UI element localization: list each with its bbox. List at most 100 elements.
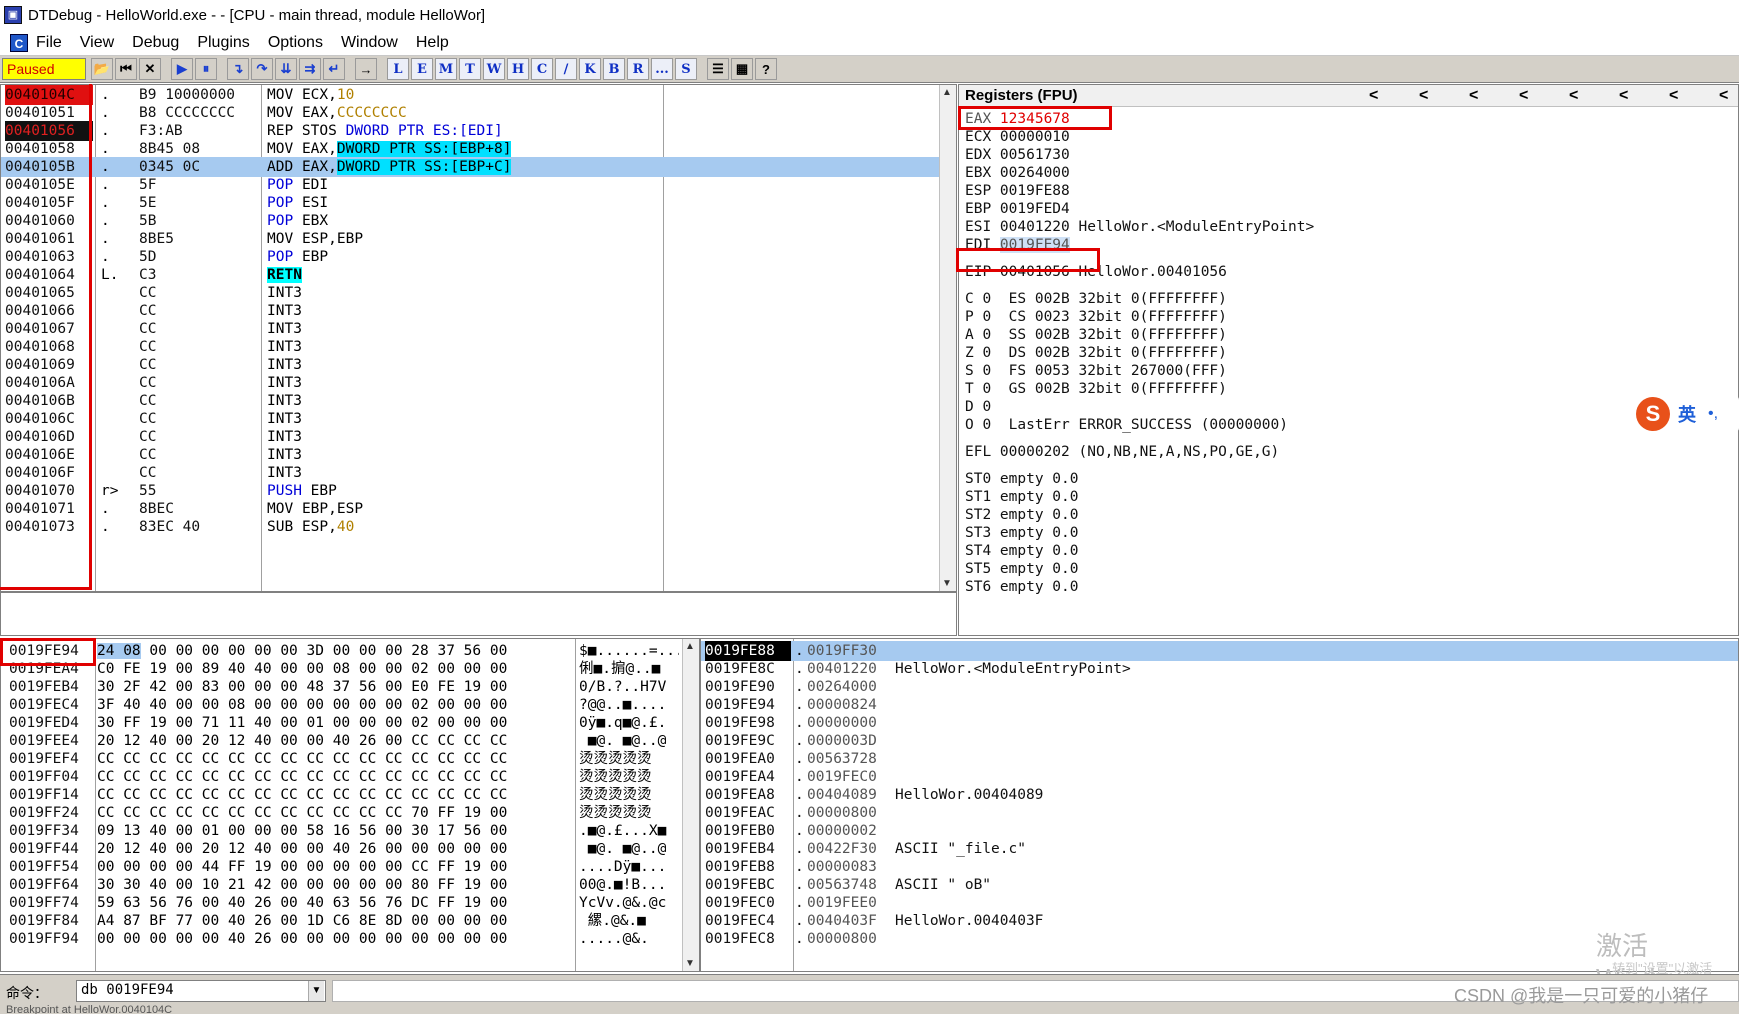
open-file-icon[interactable]: 📂	[91, 58, 113, 80]
register-row[interactable]: Z 0 DS 002B 32bit 0(FFFFFFFF)	[965, 343, 1227, 363]
menu-help[interactable]: Help	[416, 34, 449, 52]
disasm-row[interactable]: 0040106E CC INT3	[1, 445, 941, 465]
stack-address[interactable]: 0019FEB8	[705, 857, 791, 877]
stack-row[interactable]: 0019FEAC. 00000800	[701, 803, 1738, 823]
menu-plugins[interactable]: Plugins	[197, 34, 249, 52]
execute-till-return-icon[interactable]: ↵	[323, 58, 345, 80]
scroll-up-icon[interactable]: ▲	[942, 87, 952, 98]
disasm-row[interactable]: 00401063. 5D POP EBP	[1, 247, 941, 267]
dump-scrollbar[interactable]: ▲ ▼	[682, 639, 699, 971]
cpu-window-icon[interactable]: C	[10, 33, 28, 52]
stack-address[interactable]: 0019FE94	[705, 695, 791, 715]
stack-row[interactable]: 0019FE90. 00264000	[701, 677, 1738, 697]
dump-address[interactable]: 0019FEB4	[9, 677, 93, 697]
stack-address[interactable]: 0019FEB0	[705, 821, 791, 841]
dump-row[interactable]: 0019FF94 00 00 00 00 00 40 26 00 00 00 00…	[1, 929, 699, 949]
patches-window-button[interactable]: /	[555, 58, 577, 80]
register-row[interactable]: ST3 empty 0.0	[965, 523, 1079, 543]
stack-row[interactable]: 0019FE88. 0019FF30	[701, 641, 1738, 661]
stack-row[interactable]: 0019FE9C. 0000003D	[701, 731, 1738, 751]
dump-address[interactable]: 0019FF24	[9, 803, 93, 823]
dump-row[interactable]: 0019FEF4 CC CC CC CC CC CC CC CC CC CC CC…	[1, 749, 699, 769]
dump-hex[interactable]: 59 63 56 76 00 40 26 00 40 63 56 76 DC F…	[97, 893, 577, 913]
run-icon[interactable]: ▶	[171, 58, 193, 80]
collapse-left-icon[interactable]: <	[1669, 85, 1678, 107]
stack-address[interactable]: 0019FE90	[705, 677, 791, 697]
dump-address[interactable]: 0019FF54	[9, 857, 93, 877]
register-row[interactable]: EBX 00264000	[965, 163, 1070, 183]
collapse-left-icon[interactable]: <	[1519, 85, 1528, 107]
dump-row[interactable]: 0019FED4 30 FF 19 00 71 11 40 00 01 00 00…	[1, 713, 699, 733]
disasm-row[interactable]: 00401070 r> 55 PUSH EBP	[1, 481, 941, 501]
register-row[interactable]: ESI 00401220 HelloWor.<ModuleEntryPoint>	[965, 217, 1314, 237]
dump-hex[interactable]: 20 12 40 00 20 12 40 00 00 40 26 00 CC C…	[97, 731, 577, 751]
register-row[interactable]: S 0 FS 0053 32bit 267000(FFF)	[965, 361, 1227, 381]
breakpoints-button[interactable]: B	[603, 58, 625, 80]
dump-row[interactable]: 0019FF54 00 00 00 00 44 FF 19 00 00 00 00…	[1, 857, 699, 877]
memory-window-button[interactable]: M	[435, 58, 457, 80]
run-trace-button[interactable]: ...	[651, 58, 673, 80]
dump-hex[interactable]: 24 08 00 00 00 00 00 00 3D 00 00 00 28 3…	[97, 641, 577, 661]
stack-address[interactable]: 0019FE88	[705, 641, 791, 661]
help-icon[interactable]: ?	[755, 58, 777, 80]
command-input[interactable]: db 0019FE94	[76, 980, 326, 1002]
register-row[interactable]: ST0 empty 0.0	[965, 469, 1079, 489]
step-over-icon[interactable]: ↷	[251, 58, 273, 80]
disasm-row[interactable]: 0040106A CC INT3	[1, 373, 941, 393]
disasm-row[interactable]: 00401064 L. C3 RETN	[1, 265, 941, 285]
threads-window-button[interactable]: T	[459, 58, 481, 80]
dump-address[interactable]: 0019FEF4	[9, 749, 93, 769]
dump-row[interactable]: 0019FF04 CC CC CC CC CC CC CC CC CC CC CC…	[1, 767, 699, 787]
stack-address[interactable]: 0019FEA0	[705, 749, 791, 769]
register-row[interactable]: EFL 00000202 (NO,NB,NE,A,NS,PO,GE,G)	[965, 442, 1279, 462]
disasm-row[interactable]: 0040106B CC INT3	[1, 391, 941, 411]
stack-row[interactable]: 0019FE98. 00000000	[701, 713, 1738, 733]
disasm-row[interactable]: 00401068 CC INT3	[1, 337, 941, 357]
stack-row[interactable]: 0019FEA8. 00404089 HelloWor.00404089	[701, 785, 1738, 805]
register-row[interactable]: O 0 LastErr ERROR_SUCCESS (00000000)	[965, 415, 1288, 435]
dump-row[interactable]: 0019FF74 59 63 56 76 00 40 26 00 40 63 56…	[1, 893, 699, 913]
references-button[interactable]: R	[627, 58, 649, 80]
stack-row[interactable]: 0019FEB4. 00422F30 ASCII "_file.c"	[701, 839, 1738, 859]
register-row[interactable]: A 0 SS 002B 32bit 0(FFFFFFFF)	[965, 325, 1227, 345]
register-row[interactable]: P 0 CS 0023 32bit 0(FFFFFFFF)	[965, 307, 1227, 327]
scroll-down-icon[interactable]: ▼	[685, 958, 695, 969]
stack-address[interactable]: 0019FE98	[705, 713, 791, 733]
disasm-row[interactable]: 0040105E. 5F POP EDI	[1, 175, 941, 195]
register-row[interactable]: EDX 00561730	[965, 145, 1070, 165]
dump-address[interactable]: 0019FED4	[9, 713, 93, 733]
dump-row[interactable]: 0019FEC4 3F 40 40 00 00 08 00 00 00 00 00…	[1, 695, 699, 715]
stack-address[interactable]: 0019FEA4	[705, 767, 791, 787]
stack-address[interactable]: 0019FEB4	[705, 839, 791, 859]
dump-row[interactable]: 0019FF14 CC CC CC CC CC CC CC CC CC CC CC…	[1, 785, 699, 805]
stack-row[interactable]: 0019FEA4. 0019FEC0	[701, 767, 1738, 787]
register-row[interactable]: C 0 ES 002B 32bit 0(FFFFFFFF)	[965, 289, 1227, 309]
register-row[interactable]: ST1 empty 0.0	[965, 487, 1079, 507]
stack-row[interactable]: 0019FEC0. 0019FEE0	[701, 893, 1738, 913]
windows-window-button[interactable]: W	[483, 58, 505, 80]
dump-hex[interactable]: 09 13 40 00 01 00 00 00 58 16 56 00 30 1…	[97, 821, 577, 841]
cpu-window-button[interactable]: C	[531, 58, 553, 80]
collapse-left-icon[interactable]: <	[1369, 85, 1378, 107]
dump-hex[interactable]: 30 FF 19 00 71 11 40 00 01 00 00 00 02 0…	[97, 713, 577, 733]
register-row[interactable]: ST2 empty 0.0	[965, 505, 1079, 525]
dump-row[interactable]: 0019FF24 CC CC CC CC CC CC CC CC CC CC CC…	[1, 803, 699, 823]
close-icon[interactable]: ✕	[139, 58, 161, 80]
step-into-icon[interactable]: ↴	[227, 58, 249, 80]
disasm-row[interactable]: 00401066 CC INT3	[1, 301, 941, 321]
dump-hex[interactable]: 00 00 00 00 44 FF 19 00 00 00 00 00 CC F…	[97, 857, 577, 877]
disasm-row[interactable]: 00401061. 8BE5 MOV ESP,EBP	[1, 229, 941, 249]
stack-address[interactable]: 0019FEC8	[705, 929, 791, 949]
dump-hex[interactable]: CC CC CC CC CC CC CC CC CC CC CC CC CC C…	[97, 767, 577, 787]
dump-row[interactable]: 0019FF64 30 30 40 00 10 21 42 00 00 00 00…	[1, 875, 699, 895]
disasm-row[interactable]: 0040106C CC INT3	[1, 409, 941, 429]
register-row[interactable]: ST6 empty 0.0	[965, 577, 1079, 597]
register-row[interactable]: ST4 empty 0.0	[965, 541, 1079, 561]
disasm-row[interactable]: 00401051. B8 CCCCCCCC MOV EAX,CCCCCCCC	[1, 103, 941, 123]
menu-file[interactable]: File	[36, 34, 62, 52]
stack-address[interactable]: 0019FEBC	[705, 875, 791, 895]
dump-hex[interactable]: 20 12 40 00 20 12 40 00 00 40 26 00 00 0…	[97, 839, 577, 859]
dump-row[interactable]: 0019FF34 09 13 40 00 01 00 00 00 58 16 56…	[1, 821, 699, 841]
list-icon[interactable]: ☰	[707, 58, 729, 80]
scroll-up-icon[interactable]: ▲	[685, 641, 695, 652]
